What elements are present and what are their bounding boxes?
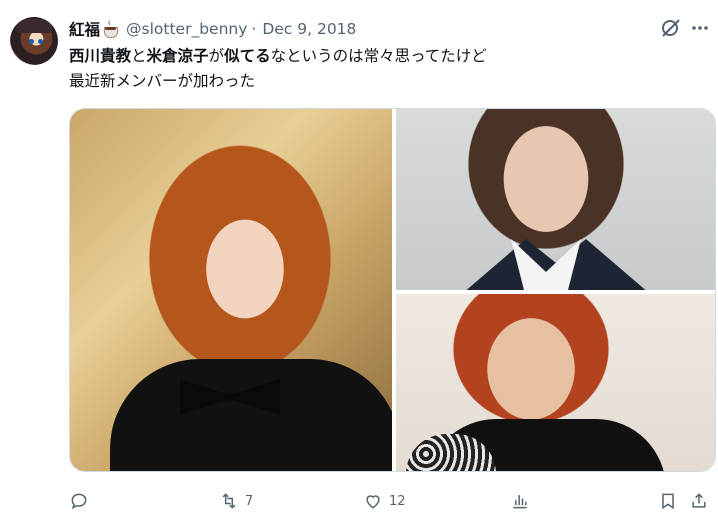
views-icon (513, 495, 527, 509)
text-3: なというのは常々思ってたけど (270, 47, 487, 65)
media-grid (69, 108, 716, 472)
photo-2[interactable] (396, 109, 715, 290)
separator: · (251, 20, 257, 38)
tweet-line-2: 最近新メンバーが加わった (69, 72, 256, 90)
more-icon[interactable] (690, 18, 710, 38)
action-bar: 7 12 (69, 487, 709, 515)
retweet-count: 7 (245, 493, 254, 509)
avatar-hat (16, 19, 52, 33)
bookmark-icon (662, 493, 674, 510)
avatar-eye-left (29, 39, 34, 44)
text-1: と (131, 47, 147, 65)
text-bold-2: 米倉涼子 (146, 47, 209, 65)
reply-icon (71, 493, 87, 510)
avatar[interactable] (10, 17, 58, 65)
timestamp[interactable]: Dec 9, 2018 (262, 20, 356, 38)
heart-icon (366, 495, 380, 509)
handle[interactable]: @slotter_benny (126, 20, 247, 38)
tweet-text: 西川貴教と米倉涼子が似てるなというのは常々思ってたけど 最近新メンバーが加わった (69, 44, 709, 94)
views-button[interactable] (510, 487, 530, 515)
text-2: が (208, 47, 225, 65)
display-name[interactable]: 紅福 (69, 18, 100, 40)
avatar-eye-right (38, 39, 43, 44)
coffee-emoji-icon (102, 20, 120, 38)
reply-button[interactable] (69, 487, 89, 515)
photo-1[interactable] (70, 109, 392, 471)
retweet-button[interactable]: 7 (219, 487, 253, 515)
bookmark-button[interactable] (658, 487, 678, 515)
tweet-line-1: 西川貴教と米倉涼子が似てるなというのは常々思ってたけど (69, 44, 709, 69)
text-bold-3: 似てる (224, 47, 271, 65)
photo-3[interactable] (396, 294, 715, 471)
tweet-header: 紅福 @slotter_benny · Dec 9, 2018 (69, 17, 718, 41)
like-count: 12 (389, 493, 406, 509)
retweet-icon (222, 493, 236, 509)
grok-icon[interactable] (659, 16, 683, 40)
share-icon (692, 493, 706, 508)
share-button[interactable] (689, 487, 709, 515)
like-button[interactable]: 12 (363, 487, 406, 515)
text-bold-1: 西川貴教 (69, 47, 132, 65)
photo-1-suit (110, 359, 392, 471)
